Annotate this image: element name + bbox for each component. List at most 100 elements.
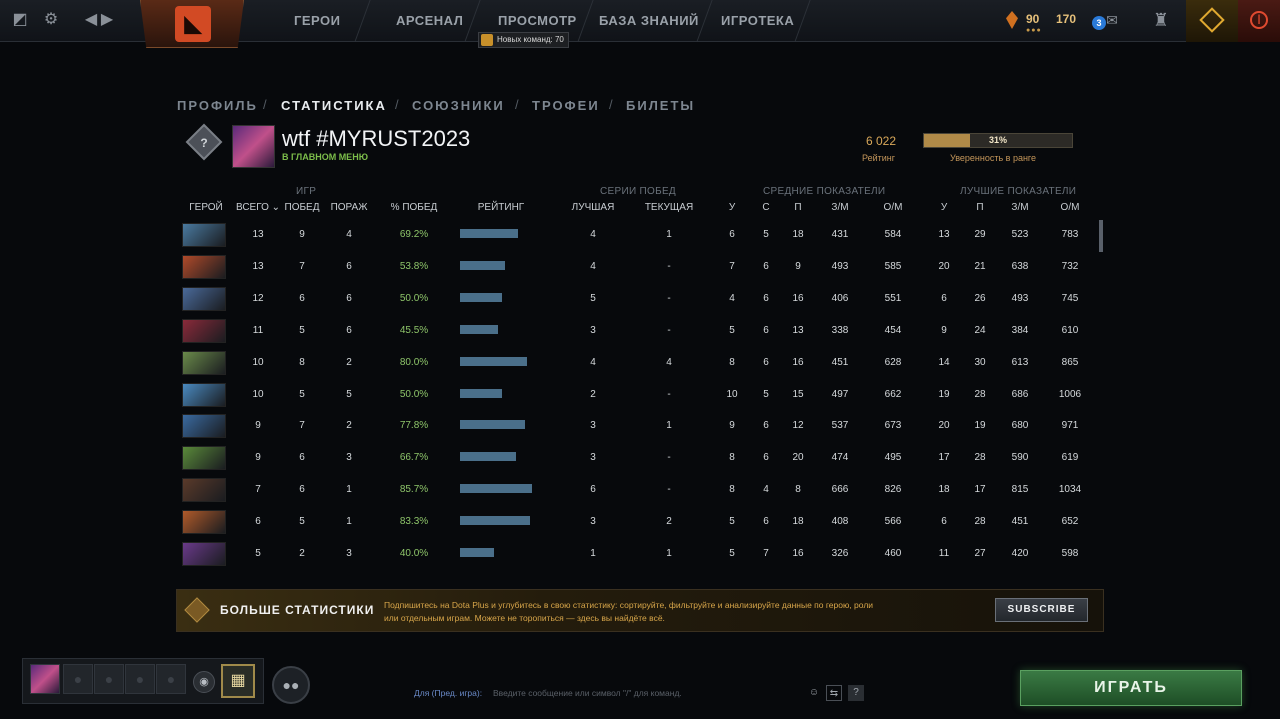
table-cell-current-streak: - [667, 452, 671, 464]
rating-bar [460, 484, 532, 494]
table-cell-avg-gpm: 326 [831, 548, 849, 559]
hero-portrait[interactable] [182, 446, 226, 471]
rating-bar [460, 420, 525, 430]
group-header-bests: ЛУЧШИЕ ПОКАЗАТЕЛИ [960, 186, 1077, 197]
party-slot-self[interactable] [30, 664, 60, 694]
hero-portrait[interactable] [182, 318, 226, 343]
table-cell-losses: 1 [346, 484, 352, 496]
hero-portrait[interactable] [182, 223, 226, 247]
party-slot[interactable]: ● [125, 664, 155, 694]
empty-slot-icon: ● [166, 671, 176, 687]
hero-portrait[interactable] [182, 414, 226, 439]
dota-plus-button[interactable] [1186, 0, 1238, 42]
rating-bar [460, 292, 502, 302]
banner-title: БОЛЬШЕ СТАТИСТИКИ [220, 603, 375, 617]
hero-portrait[interactable] [182, 350, 226, 375]
hero-portrait[interactable] [182, 542, 226, 566]
hero-portrait[interactable] [182, 478, 226, 503]
table-fade [176, 576, 1104, 588]
player-name: wtf #MYRUST2023 [282, 126, 471, 151]
table-cell-avg-gpm: 537 [831, 420, 849, 432]
confidence-value: 31% [988, 135, 1007, 145]
subscribe-button[interactable]: SUBSCRIBE [995, 598, 1088, 622]
dota-logo-icon[interactable]: ◩ [9, 9, 31, 31]
column-header-avg-gpm[interactable]: З/М [810, 202, 870, 213]
party-slot[interactable]: ● [94, 664, 124, 694]
table-cell-best-streak: 3 [590, 324, 596, 336]
column-header-hero[interactable]: ГЕРОЙ [176, 202, 236, 213]
emoji-icon[interactable]: ☺ [806, 685, 822, 701]
tab-statistics[interactable]: СТАТИСТИКА [281, 98, 387, 113]
table-cell-current-streak: - [667, 260, 671, 272]
hero-portrait[interactable] [182, 286, 226, 311]
rating-bar [460, 452, 516, 462]
table-cell-winrate: 50.0% [399, 292, 429, 304]
confidence-bar: 31% [923, 133, 1073, 148]
nav-learn[interactable]: БАЗА ЗНАНИЙ [599, 13, 699, 28]
chat-wheel-icon[interactable]: ⇆ [826, 685, 842, 701]
column-header-rating[interactable]: РЕЙТИНГ [471, 202, 531, 213]
forward-icon[interactable]: ▶ [96, 9, 118, 31]
column-header-best-streak[interactable]: ЛУЧШАЯ [563, 202, 623, 213]
nav-watch[interactable]: ПРОСМОТР [498, 13, 577, 28]
table-cell-current-streak: 1 [666, 420, 672, 432]
table-cell-winrate: 77.8% [399, 420, 429, 432]
settings-icon[interactable]: ⚙ [40, 9, 62, 31]
column-header-losses[interactable]: ПОРАЖ [319, 202, 379, 213]
hero-portrait[interactable] [182, 382, 226, 407]
hero-portrait[interactable] [182, 510, 226, 535]
tab-allies[interactable]: СОЮЗНИКИ [412, 98, 505, 113]
voice-chat-icon[interactable]: ◉ [193, 671, 215, 693]
table-cell-current-streak: 1 [666, 548, 672, 559]
avatar[interactable] [232, 125, 275, 168]
table-cell-winrate: 45.5% [399, 324, 429, 336]
table-cell-best-streak: 4 [590, 356, 596, 368]
nav-arcade[interactable]: ИГРОТЕКА [721, 13, 794, 28]
rating-bar [460, 324, 498, 334]
rating-bar [460, 260, 505, 270]
chat-channel-label[interactable]: Для (Пред. игра): [414, 688, 482, 698]
table-cell-best-streak: 3 [590, 420, 596, 432]
currency-display[interactable]: 90 170 ●●● [1006, 9, 1076, 35]
tab-tickets[interactable]: БИЛЕТЫ [626, 98, 695, 113]
table-cell-losses: 2 [346, 356, 352, 368]
column-header-winrate[interactable]: % ПОБЕД [384, 202, 444, 213]
table-cell-best-streak: 4 [590, 260, 596, 272]
armory-icon[interactable]: ♜ [1150, 9, 1172, 31]
table-cell-winrate: 83.3% [399, 516, 429, 528]
table-cell-best-streak: 2 [590, 388, 596, 400]
currency-value-1: 90 [1026, 12, 1040, 26]
table-cell-best-xpm: 971 [1061, 420, 1079, 432]
table-cell-avg-gpm: 666 [831, 484, 849, 496]
table-cell-avg-gpm: 497 [831, 388, 849, 400]
table-cell-losses: 3 [346, 548, 352, 559]
dota-home-logo[interactable]: ◣ [175, 6, 211, 42]
notification-badge[interactable]: Новых команд: 70 [478, 32, 569, 48]
table-cell-winrate: 53.8% [399, 260, 429, 272]
column-header-best-xpm[interactable]: О/М [1040, 202, 1100, 213]
tab-profile[interactable]: ПРОФИЛЬ [177, 98, 258, 113]
table-cell-best-streak: 1 [590, 548, 596, 559]
nav-heroes[interactable]: ГЕРОИ [294, 13, 341, 28]
rank-medal-button[interactable]: ▦ [221, 664, 255, 698]
power-button[interactable]: | [1238, 0, 1280, 42]
table-cell-best-xpm: 732 [1061, 260, 1079, 272]
table-cell-avg-gpm: 451 [831, 356, 849, 368]
table-cell-best-streak: 4 [590, 229, 596, 240]
play-button[interactable]: ИГРАТЬ [1020, 670, 1242, 706]
tab-separator: / [609, 97, 613, 112]
help-icon[interactable]: ? [848, 685, 864, 701]
tab-trophies[interactable]: ТРОФЕИ [532, 98, 600, 113]
chat-input[interactable]: Введите сообщение или символ "/" для ком… [493, 688, 682, 698]
currency-dots: ●●● [1026, 27, 1042, 34]
nav-arsenal[interactable]: АРСЕНАЛ [396, 13, 463, 28]
table-cell-avg-gpm: 431 [831, 229, 849, 240]
hero-portrait[interactable] [182, 254, 226, 279]
table-cell-losses: 5 [346, 388, 352, 400]
column-header-current-streak[interactable]: ТЕКУЩАЯ [639, 202, 699, 213]
friends-icon[interactable]: ●● [272, 666, 310, 704]
rating-label: Рейтинг [862, 153, 896, 163]
party-slot[interactable]: ● [63, 664, 93, 694]
party-slot[interactable]: ● [156, 664, 186, 694]
banner-description: Подпишитесь на Dota Plus и углубитесь в … [384, 600, 874, 623]
